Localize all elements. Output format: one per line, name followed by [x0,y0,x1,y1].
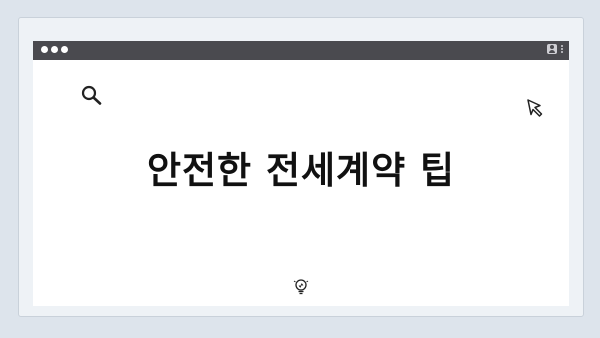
cursor-arrow-icon [527,99,543,117]
page-title: 안전한 전세계약 팁 [146,149,456,192]
titlebar-actions [547,44,563,54]
search-icon [81,85,102,105]
window-controls [41,46,68,53]
lightbulb-icon [293,279,309,295]
window-titlebar [33,41,569,60]
close-button[interactable] [41,46,48,53]
maximize-button[interactable] [61,46,68,53]
kebab-menu-icon[interactable] [561,45,563,53]
minimize-button[interactable] [51,46,58,53]
browser-window: 안전한 전세계약 팁 [33,41,569,306]
profile-icon[interactable] [547,44,557,54]
